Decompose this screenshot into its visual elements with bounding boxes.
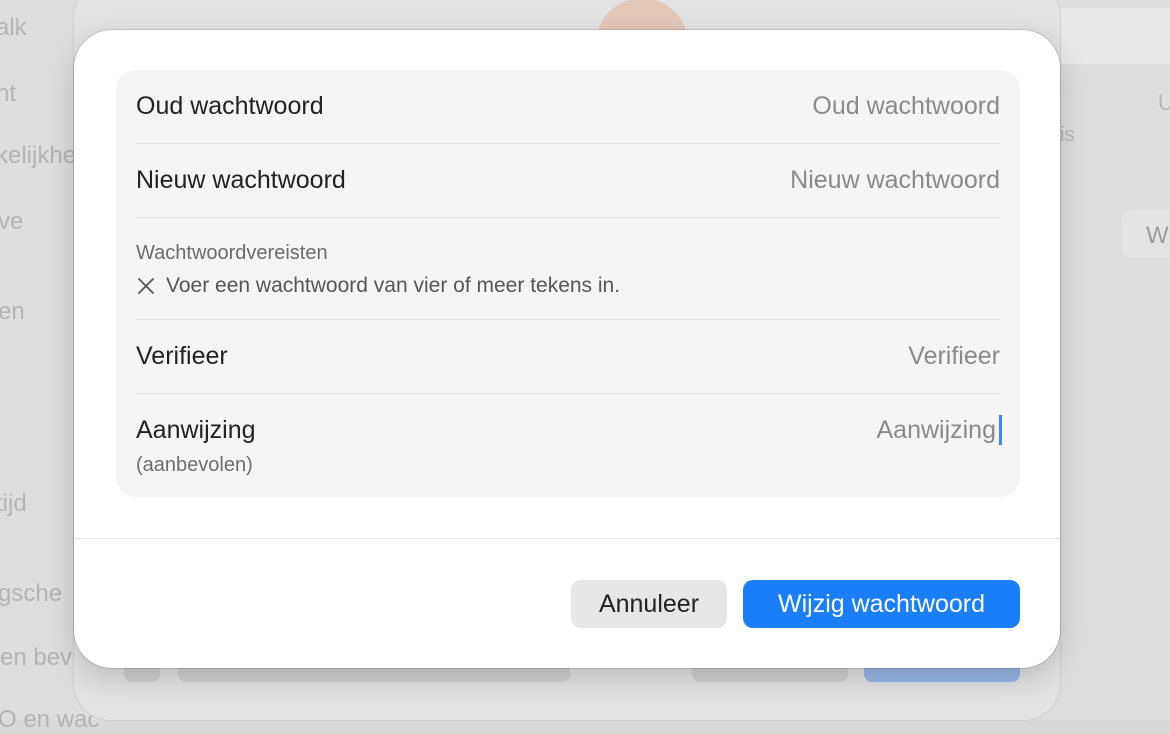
- new-password-row: Nieuw wachtwoord: [136, 144, 1000, 218]
- bg-sidebar-item: kelijkhe: [0, 142, 77, 169]
- bg-right-button: W: [1122, 210, 1170, 258]
- cancel-button[interactable]: Annuleer: [571, 580, 727, 628]
- bg-sidebar-item: alk: [0, 14, 27, 41]
- change-password-dialog: Oud wachtwoord Nieuw wachtwoord Wachtwoo…: [74, 30, 1060, 668]
- bg-sidebar-item: en: [0, 298, 25, 325]
- new-password-field[interactable]: [520, 162, 1000, 198]
- old-password-label: Oud wachtwoord: [136, 92, 324, 120]
- bg-sidebar-item: tijd: [0, 490, 27, 517]
- old-password-field[interactable]: [520, 88, 1000, 124]
- verify-row: Verifieer: [136, 320, 1000, 394]
- change-password-button[interactable]: Wijzig wachtwoord: [743, 580, 1020, 628]
- old-password-row: Oud wachtwoord: [136, 70, 1000, 144]
- bg-right-label: is: [1060, 124, 1075, 146]
- hint-sublabel: (aanbevolen): [136, 454, 253, 476]
- bg-sidebar-item: gsche: [0, 580, 63, 607]
- hint-row: Aanwijzing (aanbevolen): [136, 394, 1002, 497]
- new-password-label: Nieuw wachtwoord: [136, 166, 346, 194]
- hint-label: Aanwijzing: [136, 416, 256, 444]
- password-form-group: Oud wachtwoord Nieuw wachtwoord Wachtwoo…: [116, 70, 1020, 497]
- text-caret: [999, 415, 1002, 445]
- requirement-item: Voer een wachtwoord van vier of meer tek…: [136, 274, 620, 298]
- bg-sidebar-item: ve: [0, 208, 24, 235]
- bg-right-panel: [1058, 8, 1170, 64]
- x-mark-icon: [138, 278, 154, 294]
- footer-divider: [74, 538, 1060, 539]
- hint-field[interactable]: [516, 412, 996, 448]
- bg-sidebar-item: en bev: [0, 644, 73, 671]
- requirements-title: Wachtwoordvereisten: [136, 242, 328, 264]
- bg-sidebar-item: nt: [0, 80, 17, 107]
- verify-label: Verifieer: [136, 342, 228, 370]
- password-requirements: Wachtwoordvereisten Voer een wachtwoord …: [136, 218, 1000, 320]
- requirement-text: Voer een wachtwoord van vier of meer tek…: [166, 274, 621, 297]
- bg-right-label: U: [1158, 90, 1170, 115]
- verify-field[interactable]: [520, 338, 1000, 374]
